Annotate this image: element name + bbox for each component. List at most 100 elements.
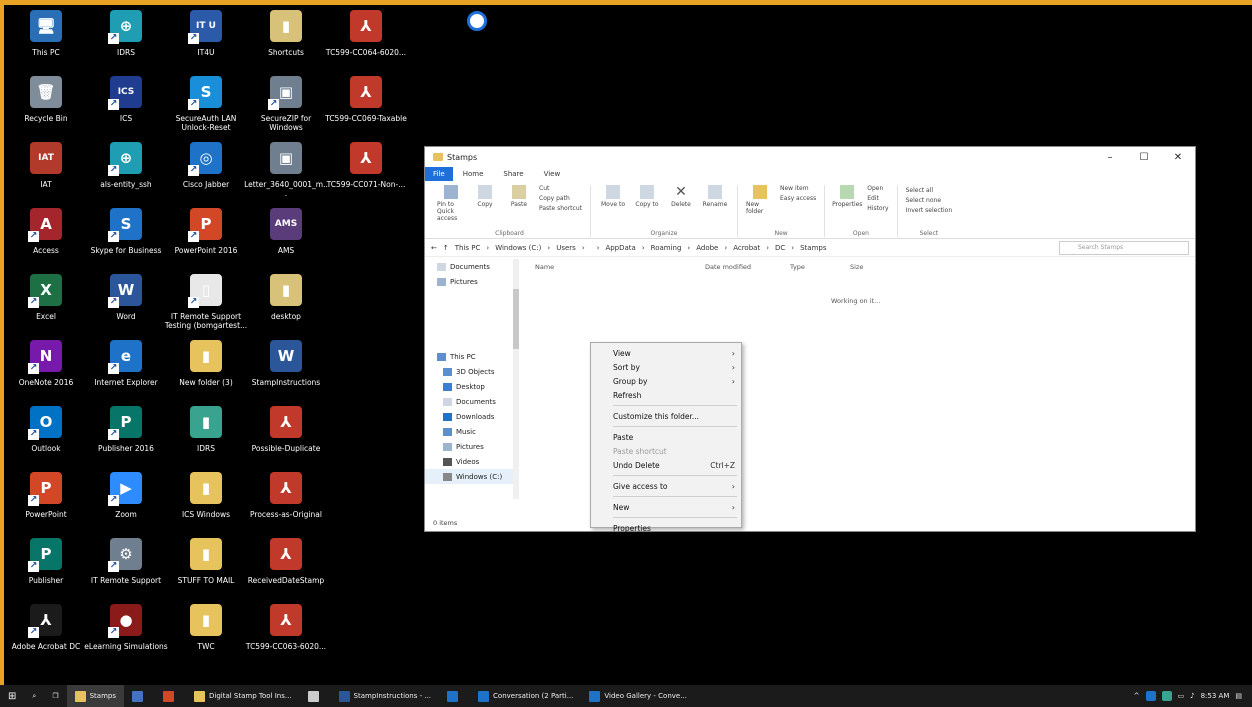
chevron-right-icon[interactable]: › <box>724 244 727 252</box>
desktop-icon[interactable]: ▣ SecureZIP for Windows <box>246 76 326 140</box>
desktop-icon[interactable]: 🖥 This PC <box>6 10 86 74</box>
desktop-icon[interactable]: ▮ Shortcuts <box>246 10 326 74</box>
context-menu-item[interactable]: Refresh <box>591 388 741 402</box>
pin-quick-access-button[interactable]: Pin to Quick access <box>437 185 465 222</box>
desktop-icon[interactable]: ▮ New folder (3) <box>166 340 246 404</box>
desktop-icon[interactable]: ▣ Letter_3640_0001_m... <box>244 142 328 206</box>
tray-app-icon[interactable] <box>1161 691 1172 701</box>
task-view-button[interactable]: ❐ <box>44 685 66 707</box>
title-bar[interactable]: Stamps – ☐ ✕ <box>425 147 1195 167</box>
taskbar-item[interactable]: Stamps <box>66 685 124 707</box>
desktop-icon[interactable]: 🗑 Recycle Bin <box>6 76 86 140</box>
close-button[interactable]: ✕ <box>1161 152 1195 163</box>
nav-item[interactable]: 3D Objects <box>425 364 519 379</box>
desktop-icon[interactable]: ⊕ als-entity_ssh <box>86 142 166 206</box>
breadcrumb-item[interactable]: Users <box>556 244 576 252</box>
column-name[interactable]: Name <box>535 263 705 271</box>
chevron-right-icon[interactable]: › <box>791 244 794 252</box>
breadcrumb-item[interactable]: Adobe <box>696 244 718 252</box>
desktop-icon[interactable]: P Publisher <box>6 538 86 602</box>
chevron-right-icon[interactable]: › <box>597 244 600 252</box>
copy-to-button[interactable]: Copy to <box>633 185 661 208</box>
tab-view[interactable]: View <box>534 170 571 178</box>
desktop-icon[interactable]: ⅄ ReceivedDateStamp <box>246 538 326 602</box>
desktop-icon[interactable]: N OneNote 2016 <box>6 340 86 404</box>
desktop-icon[interactable]: ▮ IDRS <box>166 406 246 470</box>
context-menu-item[interactable]: Properties <box>591 521 741 535</box>
desktop-icon[interactable]: ▮ TWC <box>166 604 246 668</box>
desktop-icon[interactable]: P Publisher 2016 <box>86 406 166 470</box>
desktop-icon[interactable]: ⚙ IT Remote Support <box>86 538 166 602</box>
address-bar[interactable]: ← ↑ This PC › Windows (C:) › Users › › AppData ›… <box>425 239 1195 257</box>
desktop-icon[interactable]: ▮ ICS Windows <box>166 472 246 536</box>
desktop-icon[interactable]: ▮ STUFF TO MAIL <box>166 538 246 602</box>
search-button[interactable]: ⌕ <box>24 685 44 707</box>
chevron-right-icon[interactable]: › <box>582 244 585 252</box>
desktop-icon[interactable]: ⅄ TC599-CC063-6020... <box>246 604 326 668</box>
clock[interactable]: 8:53 AM <box>1201 692 1230 700</box>
paste-shortcut-button[interactable]: Paste shortcut <box>539 205 582 212</box>
history-button[interactable]: History <box>867 205 888 212</box>
desktop-icon[interactable]: W StampInstructions <box>246 340 326 404</box>
desktop-icon[interactable]: ⅄ Possible-Duplicate <box>246 406 326 470</box>
context-menu-item[interactable]: Group by › <box>591 374 741 388</box>
invert-selection-button[interactable]: Invert selection <box>906 207 953 214</box>
start-button[interactable]: ⊞ <box>0 685 24 707</box>
desktop-icon[interactable]: ⊕ IDRS <box>86 10 166 74</box>
taskbar-item[interactable] <box>155 685 186 707</box>
chevron-right-icon[interactable]: › <box>547 244 550 252</box>
desktop-icon[interactable]: W Word <box>86 274 166 338</box>
paste-button[interactable]: Paste <box>505 185 533 222</box>
desktop-icon[interactable]: ⅄ Process-as-Original <box>246 472 326 536</box>
desktop-icon[interactable]: A Access <box>6 208 86 272</box>
open-button[interactable]: Open <box>867 185 888 192</box>
up-button[interactable]: ↑ <box>443 244 449 252</box>
column-size[interactable]: Size <box>850 263 910 271</box>
new-folder-button[interactable]: New folder <box>746 185 774 215</box>
desktop-icon[interactable]: S Skype for Business <box>86 208 166 272</box>
nav-item[interactable]: Desktop <box>425 379 519 394</box>
chevron-up-icon[interactable]: ^ <box>1134 692 1140 700</box>
breadcrumb-item[interactable]: DC <box>775 244 785 252</box>
column-type[interactable]: Type <box>790 263 850 271</box>
desktop-icon[interactable]: ⅄ TC599-CC069-Taxable <box>325 76 407 140</box>
delete-button[interactable]: ✕ Delete <box>667 185 695 208</box>
desktop-icon[interactable]: P PowerPoint <box>6 472 86 536</box>
nav-scrollbar[interactable] <box>513 259 519 499</box>
scroll-thumb[interactable] <box>513 289 519 349</box>
back-button[interactable]: ← <box>431 244 437 252</box>
context-menu-item[interactable]: Paste <box>591 430 741 444</box>
chevron-right-icon[interactable]: › <box>642 244 645 252</box>
select-none-button[interactable]: Select none <box>906 197 953 204</box>
taskbar-item[interactable]: StampInstructions - ... <box>331 685 440 707</box>
chevron-right-icon[interactable]: › <box>766 244 769 252</box>
taskbar-item[interactable]: Video Gallery - Conve... <box>581 685 694 707</box>
desktop-icon[interactable]: ▮ desktop <box>246 274 326 338</box>
breadcrumb-item[interactable]: AppData <box>605 244 635 252</box>
breadcrumb-item[interactable]: Stamps <box>800 244 826 252</box>
desktop-icon[interactable]: S SecureAuth LAN Unlock-Reset <box>166 76 246 140</box>
floating-app-icon[interactable] <box>467 11 487 31</box>
context-menu-item[interactable]: New › <box>591 500 741 514</box>
nav-item[interactable]: This PC <box>425 349 519 364</box>
desktop-icon[interactable]: IAT IAT <box>6 142 86 206</box>
chevron-right-icon[interactable]: › <box>687 244 690 252</box>
breadcrumb-item[interactable]: Acrobat <box>733 244 760 252</box>
volume-icon[interactable]: ♪ <box>1190 692 1194 700</box>
tray-app-icon[interactable] <box>1145 691 1156 701</box>
desktop-icon[interactable]: ▯ IT Remote Support Testing (bomgartest..… <box>165 274 247 338</box>
nav-item[interactable]: Downloads <box>425 409 519 424</box>
nav-item[interactable]: Documents <box>425 394 519 409</box>
taskbar-item[interactable]: Digital Stamp Tool Ins... <box>186 685 300 707</box>
network-icon[interactable]: ▭ <box>1178 692 1185 700</box>
easy-access-button[interactable]: Easy access <box>780 195 816 202</box>
desktop-icon[interactable]: e Internet Explorer <box>86 340 166 404</box>
taskbar-item[interactable] <box>124 685 155 707</box>
nav-quick-documents[interactable]: Documents <box>425 259 519 274</box>
column-date-modified[interactable]: Date modified <box>705 263 790 271</box>
taskbar-item[interactable] <box>300 685 331 707</box>
nav-quick-pictures[interactable]: Pictures <box>425 274 519 289</box>
desktop-icon[interactable]: ⅄ TC599-CC064-6020... <box>326 10 406 74</box>
desktop-icon[interactable]: ◎ Cisco Jabber <box>166 142 246 206</box>
taskbar-item[interactable]: Conversation (2 Parti... <box>470 685 581 707</box>
